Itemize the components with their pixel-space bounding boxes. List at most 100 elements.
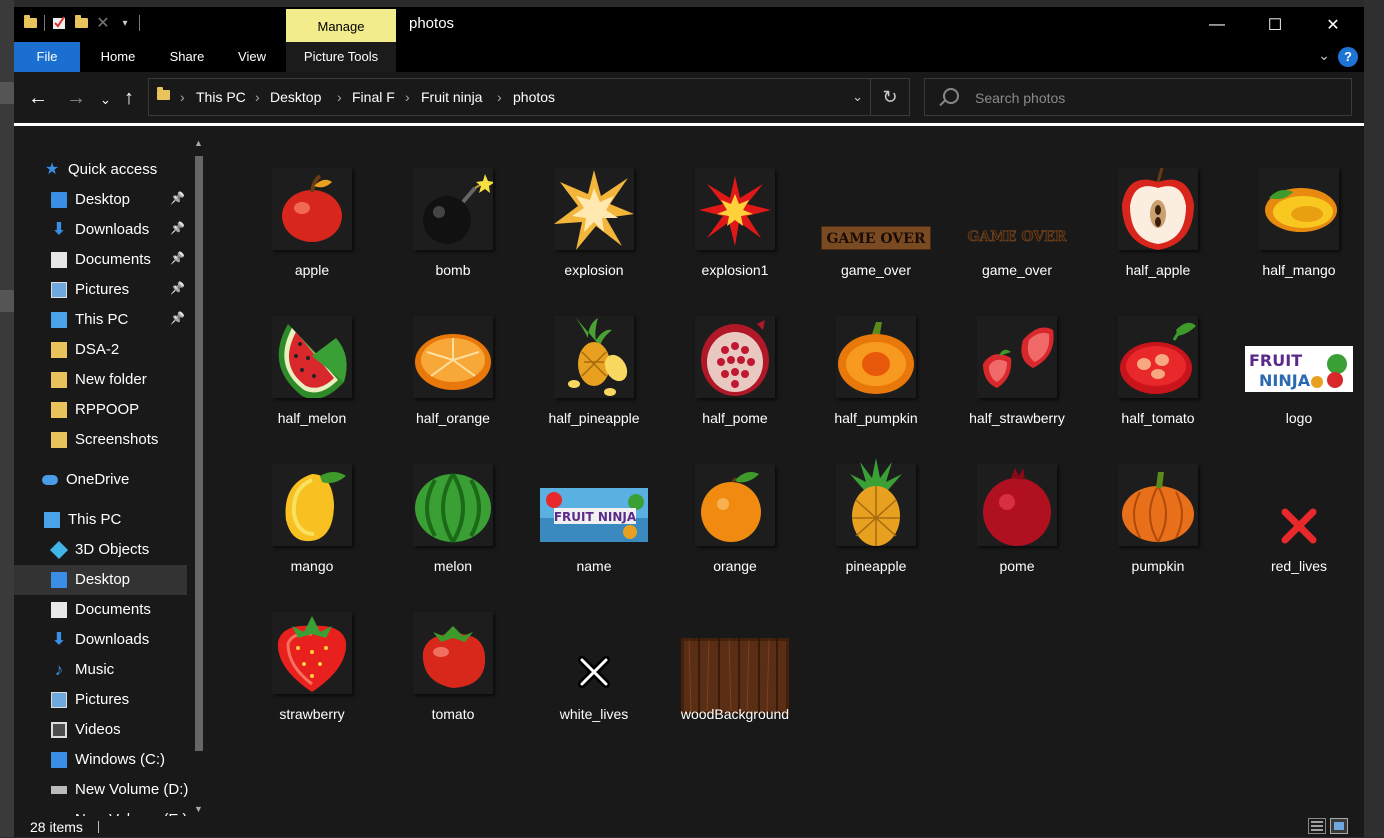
sidebar-item-this-pc[interactable]: This PC (14, 505, 187, 535)
sidebar-item-pictures[interactable]: Pictures (14, 685, 187, 715)
file-item[interactable]: explosion (524, 160, 664, 300)
breadcrumb-desktop[interactable]: Desktop (270, 79, 321, 115)
scroll-up-icon[interactable]: ▲ (194, 138, 203, 148)
file-item[interactable]: half_tomato (1088, 308, 1228, 448)
folder-icon (51, 432, 67, 448)
sidebar-item-pictures[interactable]: Pictures 📌 (14, 275, 187, 305)
properties-icon[interactable] (51, 15, 67, 31)
sidebar-item-downloads[interactable]: ⬇ Downloads 📌 (14, 215, 187, 245)
file-item[interactable]: white_lives (524, 604, 664, 744)
customize-toolbar-icon[interactable]: ▾ (117, 15, 133, 31)
file-explorer-window: ✕ ▾ Manage photos — ☐ ✕ File Home Share … (14, 7, 1364, 837)
sidebar-item-downloads[interactable]: ⬇ Downloads (14, 625, 187, 655)
half-pumpkin-thumbnail (836, 316, 916, 403)
sidebar-item-dsa-2[interactable]: DSA-2 (14, 335, 187, 365)
sidebar-item-music[interactable]: ♪ Music (14, 655, 187, 685)
file-item[interactable]: pumpkin (1088, 456, 1228, 596)
file-item[interactable]: pineapple (806, 456, 946, 596)
svg-text:GAME OVER: GAME OVER (827, 231, 926, 247)
breadcrumb-photos[interactable]: photos (513, 79, 555, 115)
up-button[interactable]: ↑ (124, 87, 134, 110)
file-item[interactable]: woodBackground (665, 604, 805, 744)
sidebar-item-screenshots[interactable]: Screenshots (14, 425, 187, 455)
sidebar-item-3d-objects[interactable]: 3D Objects (14, 535, 187, 565)
file-item[interactable]: tomato (383, 604, 523, 744)
file-item[interactable]: half_orange (383, 308, 523, 448)
tab-file[interactable]: File (14, 42, 80, 72)
sidebar-item-windows-c[interactable]: Windows (C:) (14, 745, 187, 775)
sidebar-item-quick-access[interactable]: ★ Quick access (14, 155, 187, 185)
breadcrumb-this-pc[interactable]: This PC (196, 79, 246, 115)
file-item[interactable]: apple (242, 160, 382, 300)
tab-share[interactable]: Share (160, 42, 214, 72)
sidebar-item-label: Desktop (75, 191, 131, 208)
file-item[interactable]: half_apple (1088, 160, 1228, 300)
refresh-icon[interactable]: ↻ (870, 79, 909, 115)
breadcrumb-final-f[interactable]: Final F (352, 79, 395, 115)
file-item[interactable]: half_strawberry (947, 308, 1087, 448)
file-item[interactable]: pome (947, 456, 1087, 596)
close-button[interactable]: ✕ (1304, 7, 1362, 42)
breadcrumb-separator: › (497, 89, 502, 105)
file-item[interactable]: strawberry (242, 604, 382, 744)
new-folder-icon[interactable] (73, 15, 89, 31)
file-name: bomb (435, 262, 471, 278)
sidebar-item-videos[interactable]: Videos (14, 715, 187, 745)
tab-view[interactable]: View (228, 42, 276, 72)
sidebar-item-new-volume-e[interactable]: New Volume (E:) (14, 805, 188, 816)
documents-icon (51, 602, 67, 618)
details-view-button[interactable] (1308, 818, 1326, 834)
file-item[interactable]: red_lives (1229, 456, 1369, 596)
address-history-icon[interactable]: ⌄ (852, 79, 863, 115)
half-melon-thumbnail (272, 316, 352, 403)
maximize-button[interactable]: ☐ (1246, 7, 1304, 42)
windows-drive-icon (51, 752, 67, 768)
address-bar[interactable]: › This PC › Desktop › Final F › Fruit ni… (148, 78, 910, 116)
file-item[interactable]: half_pome (665, 308, 805, 448)
manage-tab[interactable]: Manage (286, 9, 396, 43)
ribbon-expand-icon[interactable]: ⌄ (1318, 47, 1330, 64)
file-name: tomato (431, 706, 475, 722)
minimize-button[interactable]: — (1188, 7, 1246, 42)
sidebar-item-documents[interactable]: Documents 📌 (14, 245, 187, 275)
search-box[interactable] (924, 78, 1352, 117)
desktop-icon (51, 192, 67, 208)
tab-home[interactable]: Home (90, 42, 146, 72)
file-item[interactable]: GAME OVER game_over (806, 160, 946, 300)
file-name: half_apple (1125, 262, 1191, 278)
file-item[interactable]: FRUIT NINJA logo (1229, 308, 1369, 448)
scrollbar-thumb[interactable] (195, 156, 203, 751)
file-item[interactable]: half_mango (1229, 160, 1369, 300)
sidebar-item-new-folder[interactable]: New folder (14, 365, 187, 395)
file-item[interactable]: half_pumpkin (806, 308, 946, 448)
sidebar-item-new-volume-d[interactable]: New Volume (D:) (14, 775, 188, 805)
tab-picture-tools[interactable]: Picture Tools (286, 42, 396, 72)
navigation-pane-scrollbar[interactable]: ▲ ▼ (192, 138, 206, 816)
sidebar-item-label: 3D Objects (75, 541, 150, 558)
breadcrumb-separator: › (255, 89, 260, 105)
file-item[interactable]: bomb (383, 160, 523, 300)
forward-button[interactable]: → (66, 87, 86, 110)
file-item[interactable]: half_melon (242, 308, 382, 448)
file-item[interactable]: melon (383, 456, 523, 596)
file-item[interactable]: GAME OVER game_over (947, 160, 1087, 300)
sidebar-item-rppoop[interactable]: RPPOOP (14, 395, 187, 425)
file-item[interactable]: explosion1 (665, 160, 805, 300)
back-button[interactable]: ← (28, 87, 48, 110)
file-item[interactable]: FRUIT NINJA name (524, 456, 664, 596)
file-item[interactable]: orange (665, 456, 805, 596)
sidebar-item-onedrive[interactable]: OneDrive (14, 465, 187, 495)
sidebar-item-this-pc[interactable]: This PC 📌 (14, 305, 187, 335)
recent-locations-icon[interactable]: ⌄ (100, 92, 111, 108)
sidebar-item-documents[interactable]: Documents (14, 595, 187, 625)
large-icons-view-button[interactable] (1330, 818, 1348, 834)
sidebar-item-desktop[interactable]: Desktop 📌 (14, 185, 187, 215)
file-item[interactable]: mango (242, 456, 382, 596)
search-input[interactable] (973, 79, 1337, 117)
delete-icon[interactable]: ✕ (95, 15, 111, 32)
sidebar-item-desktop[interactable]: Desktop (14, 565, 187, 595)
help-icon[interactable]: ? (1338, 47, 1358, 67)
file-item[interactable]: half_pineapple (524, 308, 664, 448)
scroll-down-icon[interactable]: ▼ (194, 804, 203, 814)
breadcrumb-fruit-ninja[interactable]: Fruit ninja (421, 79, 482, 115)
